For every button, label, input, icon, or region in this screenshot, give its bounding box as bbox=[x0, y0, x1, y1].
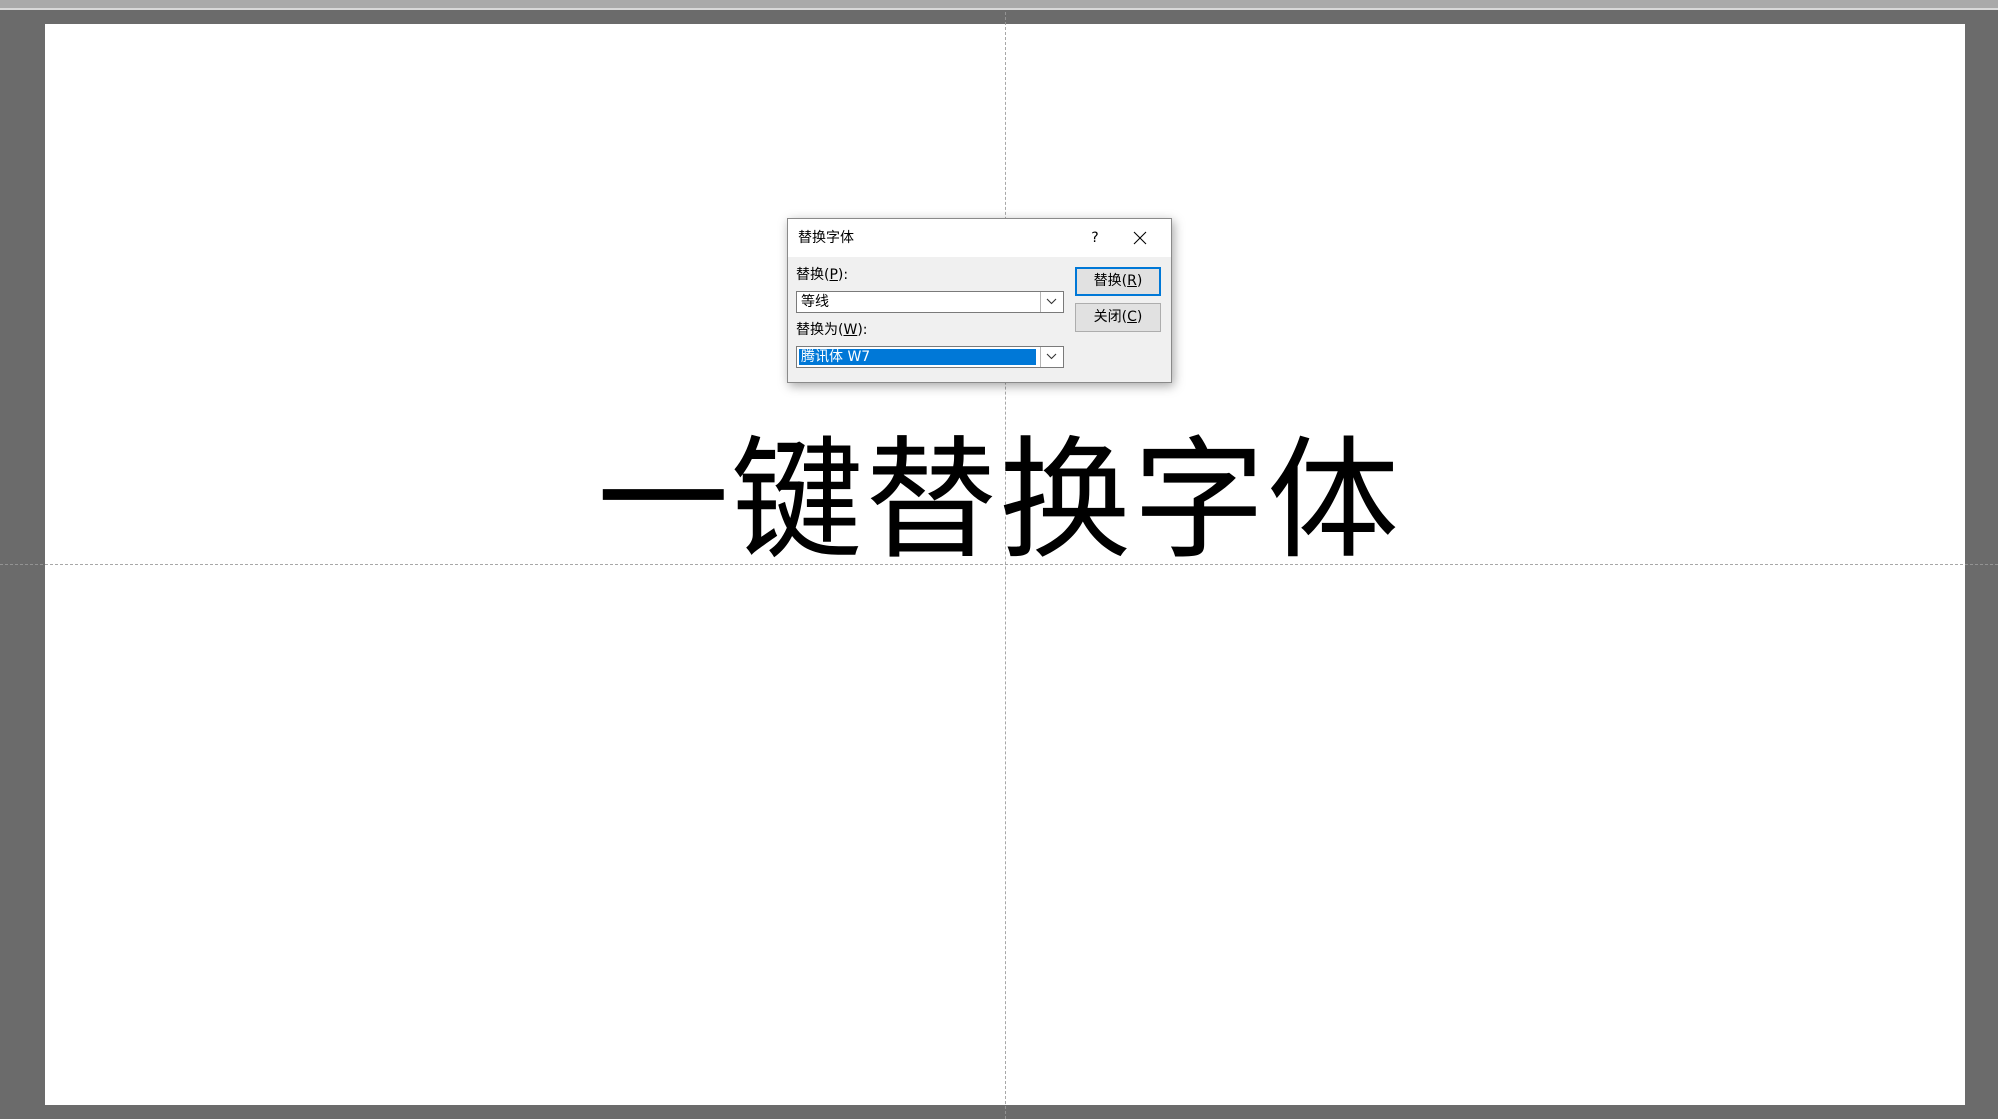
replace-font-label-suffix: ): bbox=[837, 267, 849, 283]
replace-button[interactable]: 替换(R) bbox=[1075, 267, 1161, 296]
with-font-label: 替换为(W): bbox=[796, 322, 868, 338]
close-button-key: C bbox=[1127, 309, 1137, 325]
window-top-border bbox=[0, 8, 1998, 10]
replace-font-label: 替换(P): bbox=[796, 267, 848, 283]
replace-button-text: 替换( bbox=[1093, 273, 1128, 289]
dialog-close-button[interactable] bbox=[1118, 224, 1162, 252]
replace-font-combobox[interactable]: 等线 bbox=[796, 291, 1064, 313]
close-icon bbox=[1133, 231, 1147, 245]
close-button-text: 关闭( bbox=[1093, 309, 1128, 325]
slide-title-text[interactable]: 一键替换字体 bbox=[0, 426, 1998, 576]
close-button-suffix: ) bbox=[1136, 309, 1143, 325]
with-font-value[interactable]: 腾讯体 W7 bbox=[798, 348, 1037, 366]
replace-button-key: R bbox=[1127, 273, 1137, 289]
replace-font-value[interactable]: 等线 bbox=[799, 294, 831, 310]
replace-fonts-dialog: 替换字体 ? 替换(P): 等线 替换为(W): 腾讯体 W7 替换(R) 关闭… bbox=[787, 218, 1172, 383]
chevron-down-icon bbox=[1046, 298, 1057, 305]
with-font-dropdown-button[interactable] bbox=[1040, 347, 1063, 367]
with-font-combobox[interactable]: 腾讯体 W7 bbox=[796, 346, 1064, 368]
with-font-label-suffix: ): bbox=[857, 322, 868, 338]
close-button[interactable]: 关闭(C) bbox=[1075, 303, 1161, 332]
dialog-titlebar[interactable]: 替换字体 ? bbox=[788, 219, 1171, 257]
replace-button-suffix: ) bbox=[1136, 273, 1143, 289]
replace-font-label-text: 替换( bbox=[796, 267, 830, 283]
replace-font-label-key: P bbox=[829, 267, 838, 283]
with-font-label-text: 替换为( bbox=[796, 322, 844, 338]
help-button[interactable]: ? bbox=[1077, 224, 1113, 252]
chevron-down-icon bbox=[1046, 353, 1057, 360]
with-font-label-key: W bbox=[843, 322, 858, 338]
dialog-title: 替换字体 bbox=[798, 230, 854, 246]
replace-font-dropdown-button[interactable] bbox=[1040, 292, 1063, 312]
